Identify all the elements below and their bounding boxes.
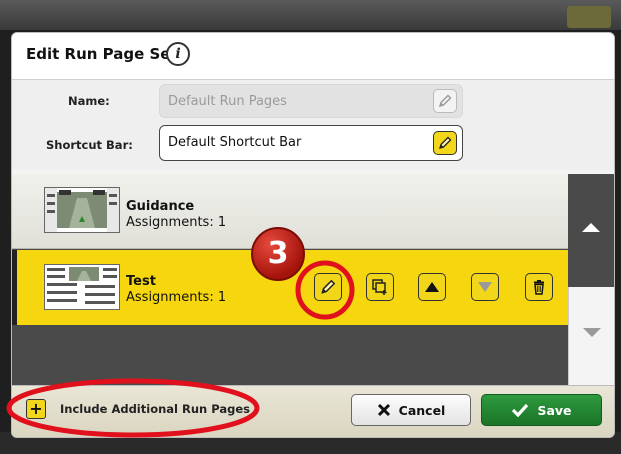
background-button <box>567 6 611 28</box>
delete-run-page-button[interactable] <box>525 273 553 301</box>
scroll-down-button[interactable] <box>568 287 614 385</box>
copy-run-page-button[interactable] <box>366 273 394 301</box>
background-header <box>0 0 621 30</box>
move-down-button <box>471 273 499 301</box>
arrow-down-icon <box>478 282 492 292</box>
pencil-icon <box>439 136 452 149</box>
save-button[interactable]: Save <box>481 394 602 426</box>
name-label: Name: <box>68 94 110 108</box>
form-area: Name: Default Run Pages Shortcut Bar: De… <box>12 80 614 170</box>
shortcut-bar-label: Shortcut Bar: <box>46 138 133 152</box>
pencil-icon <box>438 94 452 108</box>
list-scrollbar <box>568 174 614 385</box>
dialog-title: Edit Run Page Set <box>26 45 178 63</box>
step-number-badge: 3 <box>251 227 305 281</box>
list-item-assignments: Assignments: 1 <box>126 290 227 305</box>
list-item-assignments: Assignments: 1 <box>126 215 227 230</box>
plus-icon[interactable]: + <box>26 399 46 419</box>
name-edit-button <box>433 89 457 113</box>
save-button-label: Save <box>537 402 572 418</box>
edit-run-page-button[interactable] <box>314 273 342 301</box>
run-page-thumbnail <box>44 264 120 310</box>
run-page-list: Guidance Assignments: 1 Test Assignments… <box>12 174 568 385</box>
edit-run-page-set-dialog: Edit Run Page Set i Name: Default Run Pa… <box>11 32 615 438</box>
shortcut-bar-field[interactable]: Default Shortcut Bar <box>159 125 463 161</box>
copy-add-icon <box>372 279 387 295</box>
name-field: Default Run Pages <box>159 84 463 118</box>
scroll-up-button[interactable] <box>568 174 614 287</box>
list-item-name: Guidance <box>126 199 195 214</box>
shortcut-bar-edit-button[interactable] <box>433 131 457 155</box>
list-item-name: Test <box>126 274 156 289</box>
run-page-thumbnail <box>44 187 120 233</box>
arrow-up-icon <box>425 282 439 292</box>
include-additional-run-pages-label[interactable]: Include Additional Run Pages <box>60 402 250 416</box>
info-icon[interactable]: i <box>166 42 190 66</box>
check-icon <box>512 403 529 417</box>
dialog-title-bar: Edit Run Page Set i <box>12 33 614 80</box>
arrow-down-icon <box>583 328 601 337</box>
dialog-footer: + Include Additional Run Pages Cancel Sa… <box>12 385 614 437</box>
arrow-up-icon <box>582 223 600 232</box>
cancel-button[interactable]: Cancel <box>351 394 471 426</box>
close-icon <box>377 403 390 417</box>
pencil-icon <box>321 279 336 294</box>
move-up-button[interactable] <box>418 273 446 301</box>
trash-icon <box>534 280 544 295</box>
cancel-button-label: Cancel <box>398 402 446 418</box>
